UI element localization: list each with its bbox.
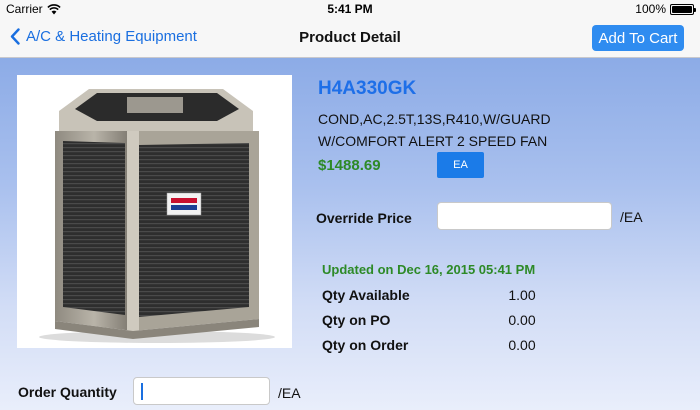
air-conditioner-unit-image [39,89,275,343]
qty-on-po-row: Qty on PO 0.00 [322,310,562,335]
order-quantity-input[interactable] [133,377,270,405]
status-time: 5:41 PM [327,2,373,16]
status-bar: Carrier 5:41 PM 100% [0,0,700,18]
qty-available-label: Qty Available [322,287,410,303]
back-button[interactable]: A/C & Heating Equipment [10,28,197,45]
qty-on-po-value: 0.00 [508,312,536,328]
availability-table: Qty Available 1.00 Qty on PO 0.00 Qty on… [322,285,562,360]
status-right: 100% [635,2,696,16]
updated-timestamp: Updated on Dec 16, 2015 05:41 PM [322,262,536,277]
product-sku: H4A330GK [318,78,417,99]
qty-on-order-label: Qty on Order [322,337,409,353]
navigation-bar: A/C & Heating Equipment Product Detail A… [0,18,700,58]
order-quantity-unit: /EA [278,385,301,401]
add-to-cart-button[interactable]: Add To Cart [592,25,684,51]
override-price-input[interactable] [437,202,612,230]
override-price-unit: /EA [620,209,643,225]
back-button-label: A/C & Heating Equipment [26,28,197,45]
qty-available-value: 1.00 [508,287,536,303]
unit-of-measure-button[interactable]: EA [437,152,484,178]
battery-icon [670,3,696,15]
product-image [17,75,292,348]
qty-on-order-value: 0.00 [508,337,536,353]
battery-level [672,5,692,13]
override-price-label: Override Price [316,210,412,226]
order-quantity-label: Order Quantity [18,384,117,400]
qty-on-po-label: Qty on PO [322,312,391,328]
chevron-left-icon [10,28,20,45]
battery-percent: 100% [635,2,666,16]
product-description-line-1: COND,AC,2.5T,13S,R410,W/GUARD [318,111,551,127]
product-description: COND,AC,2.5T,13S,R410,W/GUARD W/COMFORT … [318,108,648,152]
qty-on-order-row: Qty on Order 0.00 [322,335,562,360]
qty-available-row: Qty Available 1.00 [322,285,562,310]
product-price: $1488.69 [318,157,381,174]
product-description-line-2: W/COMFORT ALERT 2 SPEED FAN [318,133,548,149]
